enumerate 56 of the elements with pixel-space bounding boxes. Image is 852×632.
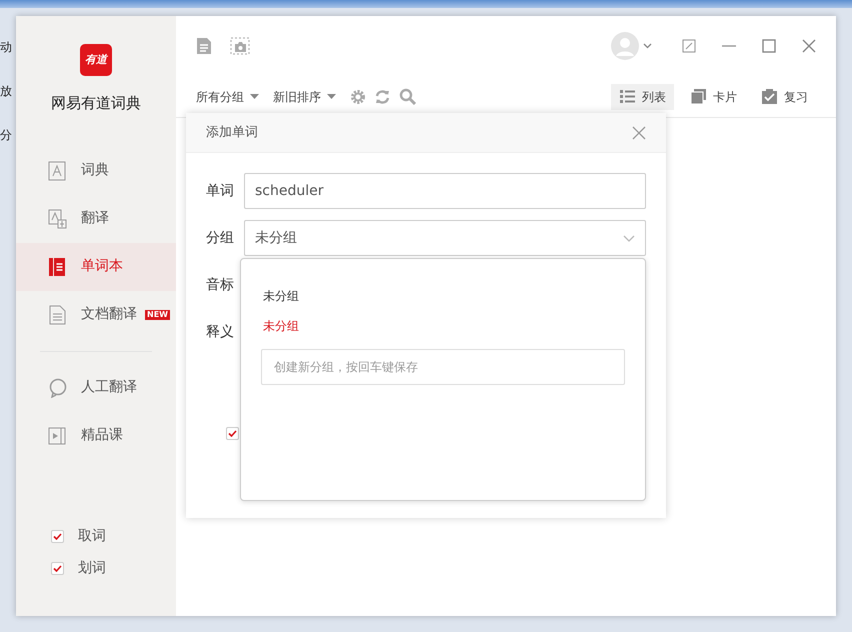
filter-dropdown[interactable]: 所有分组 (196, 88, 265, 106)
app-logo: 有道 (80, 44, 112, 76)
chevron-down-icon (623, 234, 635, 242)
view-tab[interactable]: 卡片 (682, 84, 745, 110)
caret-icon[interactable] (643, 43, 652, 49)
close-icon[interactable] (802, 39, 816, 53)
list-icon (619, 88, 636, 105)
view-tab[interactable]: 列表 (611, 84, 674, 110)
toggle-label: 取词 (78, 526, 106, 546)
dropdown-option[interactable]: 未分组 (261, 281, 301, 311)
background-window-text: 动 (0, 39, 13, 56)
sidebar-item[interactable]: 人工翻译 (16, 364, 176, 412)
checkbox[interactable] (226, 427, 239, 440)
group-select[interactable]: 未分组 (244, 220, 646, 256)
checkbox[interactable] (51, 530, 64, 542)
checkbox[interactable] (51, 562, 64, 574)
background-window-text: 放 (0, 83, 13, 100)
field-label: 分组 (206, 228, 234, 248)
document-icon (48, 304, 67, 324)
check-icon (228, 430, 237, 437)
field-label: 释义 (206, 322, 234, 342)
refresh-icon[interactable] (374, 88, 391, 104)
maximize-icon[interactable] (762, 39, 776, 53)
settings-icon[interactable] (350, 88, 366, 104)
check-icon (53, 532, 62, 540)
view-tab[interactable]: 复习 (753, 84, 816, 110)
minimize-icon[interactable] (722, 45, 736, 47)
review-icon (761, 88, 778, 105)
dropdown-option[interactable]: 未分组 (261, 311, 301, 341)
app-name: 网易有道词典 (51, 93, 141, 114)
document-icon[interactable] (196, 37, 212, 55)
word-input[interactable]: scheduler (244, 173, 646, 209)
field-label: 单词 (206, 182, 234, 200)
caret-icon (327, 94, 336, 99)
screenshot-camera-icon[interactable] (230, 37, 250, 55)
card-icon (690, 88, 707, 105)
dialog-title: 添加单词 (206, 124, 258, 142)
new-group-input[interactable]: 创建新分组，按回车键保存 (261, 349, 625, 385)
sidebar-item[interactable]: 词典 (16, 146, 176, 194)
course-icon (48, 426, 67, 446)
check-icon (53, 564, 62, 572)
wordbook-icon (48, 256, 67, 276)
sidebar-item[interactable]: 翻译 (16, 194, 176, 242)
sidebar-item[interactable]: 单词本 (16, 242, 176, 290)
toggle-label: 划词 (78, 558, 106, 578)
caret-icon (250, 94, 259, 99)
search-icon[interactable] (399, 88, 416, 105)
filter-dropdown[interactable]: 新旧排序 (273, 88, 342, 106)
translate-icon (48, 208, 67, 228)
sidebar-item[interactable]: 精品课 (16, 412, 176, 460)
background-window-text: 分 (0, 127, 13, 144)
dictionary-icon (48, 160, 67, 180)
new-badge: NEW (145, 310, 170, 320)
sidebar-item[interactable]: 文档翻译 NEW (16, 290, 176, 338)
close-icon[interactable] (632, 126, 646, 140)
field-label: 音标 (206, 276, 234, 294)
